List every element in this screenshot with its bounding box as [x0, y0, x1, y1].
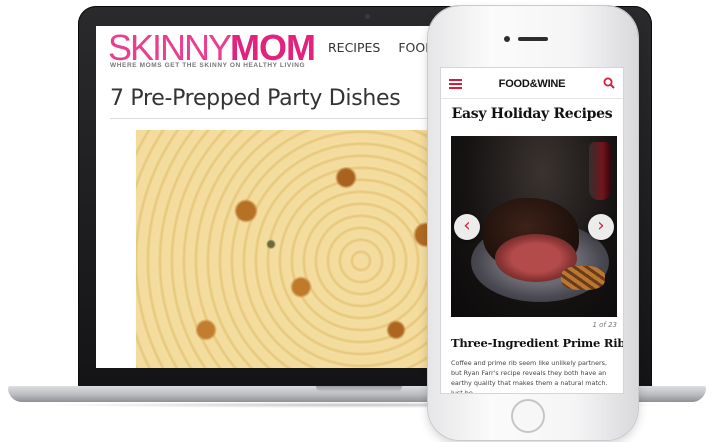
slide-description: Coffee and prime rib seem like unlikely … — [451, 359, 608, 394]
phone-speaker — [518, 37, 548, 41]
site-tagline: WHERE MOMS GET THE SKINNY ON HEALTHY LIV… — [110, 62, 306, 69]
site-header: FOOD&WINE — [441, 68, 623, 99]
home-button[interactable] — [511, 399, 545, 433]
slide-counter: 1 of 23 — [592, 321, 617, 329]
phone-camera — [504, 36, 510, 42]
page-headline: Easy Holiday Recipes — [451, 106, 613, 122]
nav-item-recipes[interactable]: RECIPES — [328, 40, 380, 55]
phone-screen: FOOD&WINE Easy Holiday Recipes ‹ › 1 of … — [440, 67, 624, 394]
search-icon[interactable] — [603, 77, 615, 89]
page-title: 7 Pre-Prepped Party Dishes — [110, 86, 401, 111]
laptop-camera — [365, 14, 370, 19]
food-and-wine-logo[interactable]: FOOD&WINE — [441, 78, 623, 90]
chevron-left-icon[interactable]: ‹ — [454, 214, 480, 240]
chevron-right-icon[interactable]: › — [588, 214, 614, 240]
laptop-opening-notch — [316, 386, 402, 392]
slide-title: Three-Ingredient Prime Rib Roast — [451, 336, 624, 350]
